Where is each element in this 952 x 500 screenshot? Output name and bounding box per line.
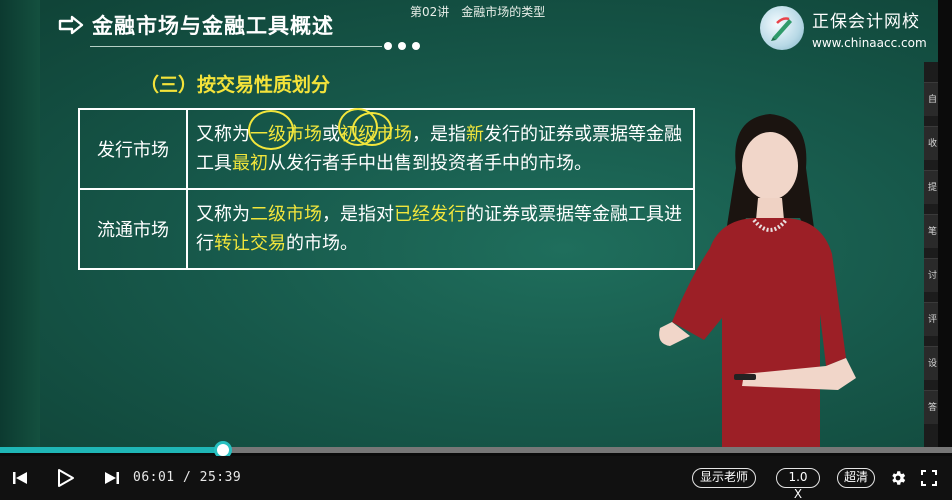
- definition-row: 流通市场 又称为二级市场，是指对已经发行的证券或票据等金融工具进行转让交易的市场。: [78, 188, 695, 270]
- arrow-right-icon: [58, 15, 84, 35]
- definition-cell: 又称为二级市场，是指对已经发行的证券或票据等金融工具进行转让交易的市场。: [186, 188, 695, 270]
- term-cell: 流通市场: [78, 188, 188, 270]
- annotation-circle: [352, 112, 392, 146]
- fullscreen-button[interactable]: [918, 467, 940, 489]
- skip-back-icon: [13, 472, 27, 484]
- player-controls: 06:01 / 25:39 显示老师 1.0 X 超清: [0, 456, 952, 500]
- play-icon: [58, 469, 74, 487]
- duration: 25:39: [199, 470, 242, 485]
- lecture-caption: 第02讲 金融市场的类型: [410, 3, 545, 20]
- side-panel-tab[interactable]: 讨: [924, 258, 938, 292]
- highlighted-term: 已经发行: [394, 204, 466, 225]
- fullscreen-icon: [921, 470, 937, 486]
- side-panel-tab[interactable]: 收: [924, 126, 938, 160]
- gear-icon: [892, 471, 906, 485]
- highlighted-term: 转让交易: [214, 233, 286, 254]
- dot-icon: [384, 42, 392, 50]
- side-panel-tab[interactable]: 评: [924, 302, 938, 336]
- logo-url: www.chinaacc.com: [812, 35, 927, 50]
- highlighted-term: 新: [466, 124, 484, 145]
- settings-button[interactable]: [887, 467, 909, 489]
- slide-title: 金融市场与金融工具概述: [58, 10, 334, 40]
- time-display: 06:01 / 25:39: [133, 470, 241, 485]
- video-player[interactable]: 金融市场与金融工具概述 第02讲 金融市场的类型 正保会计网校 www.chin…: [0, 0, 952, 500]
- highlighted-term: 最初: [232, 153, 268, 174]
- definition-text: 从发行者手中出售到投资者手中的市场。: [268, 153, 592, 174]
- current-time: 06:01: [133, 470, 175, 485]
- side-panel-tab[interactable]: 笔: [924, 214, 938, 248]
- definition-text: 又称为: [196, 124, 250, 145]
- lecture-topic: 金融市场的类型: [461, 5, 546, 19]
- dot-icon: [398, 42, 406, 50]
- side-panel[interactable]: 自收提笔讨评设答: [924, 62, 938, 452]
- section-heading: （三）按交易性质划分: [140, 74, 331, 96]
- term-cell: 发行市场: [78, 108, 188, 190]
- definition-text: ，是指: [412, 124, 466, 145]
- definition-text: 又称为: [196, 204, 250, 225]
- previous-button[interactable]: [9, 467, 31, 489]
- next-button[interactable]: [101, 467, 123, 489]
- progress-fill: [0, 447, 223, 453]
- skip-forward-icon: [105, 472, 119, 484]
- presenter-figure: [659, 114, 856, 452]
- pen-nib-icon: [771, 17, 792, 41]
- logo-mark-icon: [760, 6, 804, 50]
- left-edge-strip: [0, 0, 40, 452]
- speed-button[interactable]: 1.0 X: [776, 468, 820, 500]
- slide-title-text: 金融市场与金融工具概述: [92, 14, 334, 38]
- title-underline: [90, 46, 382, 47]
- logo-name: 正保会计网校: [812, 11, 920, 32]
- show-teacher-button[interactable]: 显示老师: [692, 468, 756, 488]
- definition-text: ，是指对: [322, 204, 394, 225]
- progress-bar[interactable]: [0, 441, 952, 459]
- lecture-number: 第02讲: [410, 5, 450, 19]
- dot-icon: [412, 42, 420, 50]
- play-button[interactable]: [54, 467, 76, 489]
- side-panel-tab[interactable]: 答: [924, 390, 938, 424]
- side-panel-tab[interactable]: 提: [924, 170, 938, 204]
- decorative-dots: [384, 42, 420, 50]
- side-panel-tab[interactable]: 设: [924, 346, 938, 380]
- brand-logo: 正保会计网校 www.chinaacc.com: [760, 6, 927, 50]
- video-frame[interactable]: 金融市场与金融工具概述 第02讲 金融市场的类型 正保会计网校 www.chin…: [0, 0, 938, 452]
- annotation-circle: [248, 110, 294, 150]
- side-panel-tab[interactable]: 自: [924, 82, 938, 116]
- highlighted-term: 二级市场: [250, 204, 322, 225]
- quality-button[interactable]: 超清: [837, 468, 875, 488]
- time-separator: /: [182, 470, 192, 485]
- definition-text: 的市场。: [286, 233, 358, 254]
